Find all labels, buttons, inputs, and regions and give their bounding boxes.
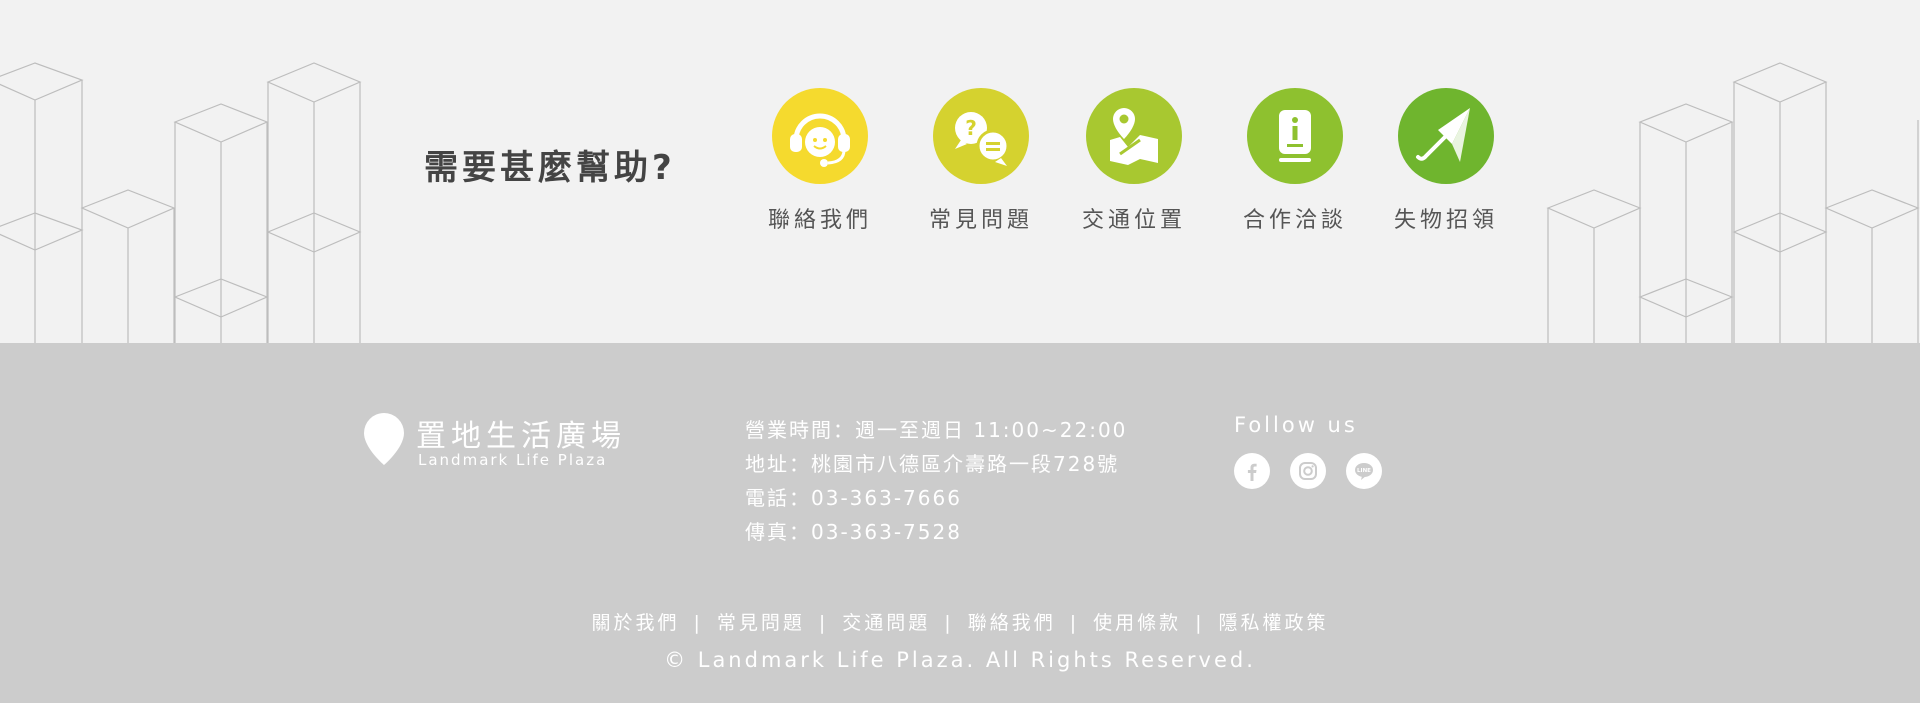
help-item-lost-found[interactable]: 失物招領: [1366, 88, 1526, 234]
help-section: 需要甚麼幫助? 聯絡我們 ? 常見問題 交通位置 合作洽談 失物招領: [0, 0, 1920, 343]
help-item-contact[interactable]: 聯絡我們: [740, 88, 900, 234]
svg-text:?: ?: [965, 116, 977, 140]
building-line-art-right: [1546, 62, 1920, 343]
phone: 電話：03-363-7666: [745, 486, 962, 510]
footer-nav: 關於我們 | 常見問題 | 交通問題 | 聯絡我們 | 使用條款 | 隱私權政策: [0, 608, 1920, 635]
help-title: 需要甚麼幫助?: [424, 148, 676, 188]
nav-separator: |: [818, 612, 829, 634]
follow-us-title: Follow us: [1234, 413, 1358, 437]
footer-link-contact[interactable]: 聯絡我們: [968, 612, 1056, 634]
help-item-cooperation[interactable]: 合作洽談: [1215, 88, 1375, 234]
umbrella-icon: [1398, 88, 1494, 184]
footer-link-about[interactable]: 關於我們: [591, 612, 679, 634]
nav-separator: |: [1195, 612, 1205, 634]
info-document-icon: [1247, 88, 1343, 184]
facebook-icon[interactable]: [1234, 453, 1270, 489]
svg-text:LINE: LINE: [1357, 468, 1371, 474]
help-label: 合作洽談: [1242, 208, 1347, 233]
building-line-art-left: [0, 62, 362, 343]
help-label: 失物招領: [1393, 208, 1498, 233]
help-label: 交通位置: [1081, 208, 1186, 233]
instagram-icon[interactable]: [1290, 453, 1326, 489]
fax: 傳真：03-363-7528: [745, 520, 962, 544]
logo-chinese-name: 置地生活廣場: [416, 419, 626, 454]
address: 地址：桃園市八德區介壽路一段728號: [745, 452, 1120, 476]
help-item-location[interactable]: 交通位置: [1054, 88, 1214, 234]
follow-us: Follow us LINE: [1234, 413, 1382, 489]
footer-link-terms[interactable]: 使用條款: [1093, 612, 1181, 634]
location-pin-logo-icon: [364, 413, 404, 465]
help-item-faq[interactable]: ? 常見問題: [901, 88, 1061, 234]
nav-separator: |: [944, 612, 954, 634]
logo-english-name: Landmark Life Plaza: [418, 451, 608, 469]
customer-service-icon: [772, 88, 868, 184]
footer-link-transport[interactable]: 交通問題: [842, 612, 930, 634]
site-footer: 置地生活廣場 Landmark Life Plaza 營業時間：週一至週日 11…: [0, 343, 1920, 703]
business-hours: 營業時間：週一至週日 11:00~22:00: [745, 418, 1128, 442]
copyright-text: © Landmark Life Plaza. All Rights Reserv…: [664, 648, 1256, 672]
help-label: 聯絡我們: [767, 208, 872, 233]
map-pin-icon: [1086, 88, 1182, 184]
nav-separator: |: [693, 612, 703, 634]
site-logo[interactable]: 置地生活廣場 Landmark Life Plaza: [362, 411, 642, 471]
footer-link-faq[interactable]: 常見問題: [717, 612, 805, 634]
faq-chat-icon: ?: [933, 88, 1029, 184]
social-links: LINE: [1234, 453, 1382, 489]
contact-info: 營業時間：週一至週日 11:00~22:00 地址：桃園市八德區介壽路一段728…: [745, 413, 1127, 549]
help-label: 常見問題: [928, 208, 1033, 233]
footer-link-privacy[interactable]: 隱私權政策: [1219, 612, 1329, 634]
line-icon[interactable]: LINE: [1346, 453, 1382, 489]
nav-separator: |: [1069, 612, 1080, 634]
